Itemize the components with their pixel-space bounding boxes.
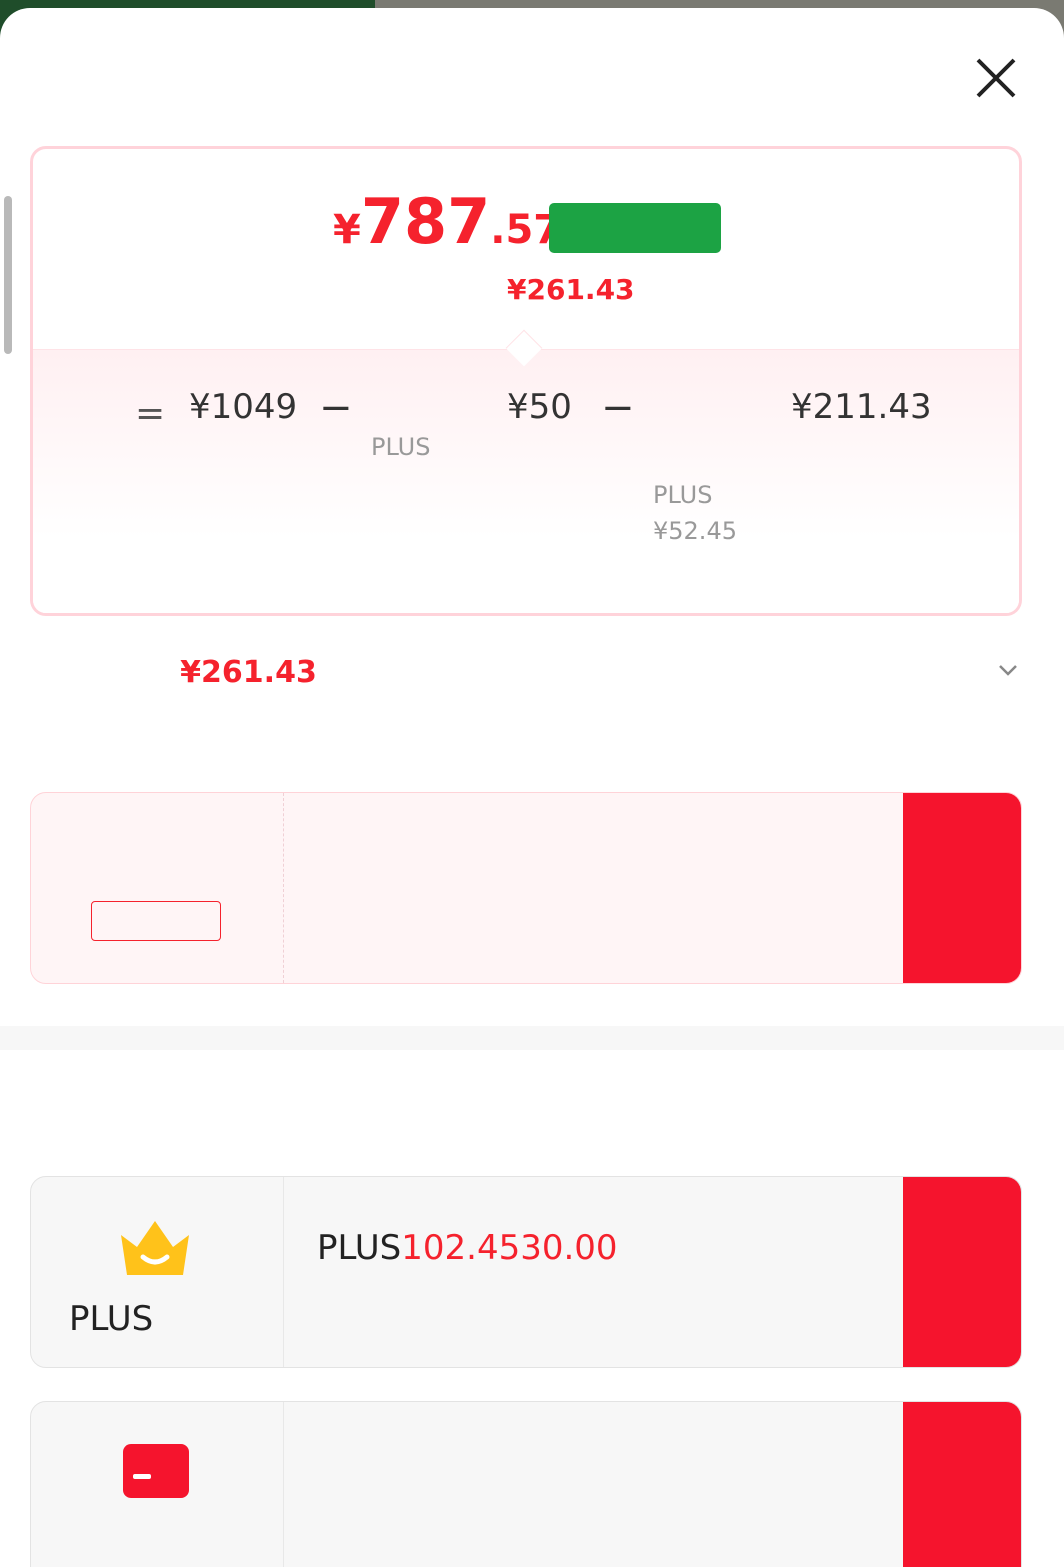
installment-buy-button[interactable] — [903, 793, 1021, 983]
crown-icon — [121, 1221, 189, 1275]
plus-desc-prefix: PLUS — [317, 1228, 402, 1268]
price-tag-badge — [549, 203, 721, 253]
enjoyed-discount-row: ¥261.43 — [30, 650, 1030, 690]
expand-label — [922, 650, 986, 680]
card-divider — [283, 1402, 284, 1567]
plus-member-label: PLUS — [69, 1299, 241, 1339]
plus-desc-amount: 102.45 — [401, 1228, 521, 1268]
price-symbol: ¥ — [333, 207, 361, 253]
promo-note-plus-amount: ¥52.45 — [653, 517, 737, 545]
promo-note-coupon — [653, 563, 831, 589]
promo-value: ¥211.43 — [791, 387, 932, 427]
jd-card-label — [61, 1528, 251, 1567]
price-integer: 787 — [360, 185, 491, 258]
jd-cobrand-card[interactable] — [30, 1401, 1022, 1567]
plus-member-card[interactable]: PLUS PLUS102.4530.00 — [30, 1176, 1022, 1368]
category-subsidy-condition — [371, 469, 497, 495]
subtitle: ¥261.43 — [397, 273, 697, 313]
open-section-title — [30, 1096, 530, 1152]
installment-tag — [111, 841, 201, 891]
base-price-value: ¥1049 — [189, 387, 298, 427]
expand-toggle[interactable] — [922, 650, 1022, 690]
card-icon — [123, 1444, 189, 1498]
final-price: ¥787.57 — [333, 185, 561, 265]
card-divider — [283, 1177, 284, 1367]
promo-note-national — [653, 433, 885, 459]
base-price-label — [189, 433, 275, 459]
plus-renew-button[interactable] — [903, 1177, 1021, 1367]
pay-section-label — [30, 720, 230, 756]
scrollbar[interactable] — [4, 196, 12, 354]
installment-desc — [317, 865, 529, 909]
price-card: ¥787.57 ¥261.43 = ¥1049 − ¥50 PLUS − ¥21… — [30, 146, 1022, 616]
installment-offer-card[interactable] — [30, 792, 1022, 984]
installment-badge — [91, 901, 221, 941]
minus-sign: − — [319, 385, 353, 431]
card-divider — [283, 793, 284, 983]
discount-sheet: ¥787.57 ¥261.43 = ¥1049 − ¥50 PLUS − ¥21… — [0, 8, 1064, 1567]
equals-sign: = — [135, 393, 166, 434]
chevron-down-icon — [999, 665, 1017, 676]
section-separator — [0, 1026, 1064, 1050]
category-subsidy-value: ¥50 — [507, 387, 572, 427]
enjoyed-label — [30, 650, 160, 682]
enjoyed-value: ¥261.43 — [180, 655, 317, 690]
subtitle-value: ¥261.43 — [507, 273, 635, 306]
category-subsidy-note: PLUS — [371, 433, 431, 461]
promo-note-plus: PLUS — [653, 481, 713, 509]
close-icon[interactable] — [972, 54, 1020, 102]
minus-sign: − — [601, 385, 635, 431]
jd-card-desc — [317, 1482, 757, 1526]
plus-desc-renew-amount: 30.00 — [520, 1228, 618, 1268]
plus-member-desc: PLUS102.4530.00 — [317, 1223, 877, 1273]
plus-member-label-text: PLUS — [69, 1299, 154, 1339]
jd-open-button[interactable] — [903, 1402, 1021, 1567]
